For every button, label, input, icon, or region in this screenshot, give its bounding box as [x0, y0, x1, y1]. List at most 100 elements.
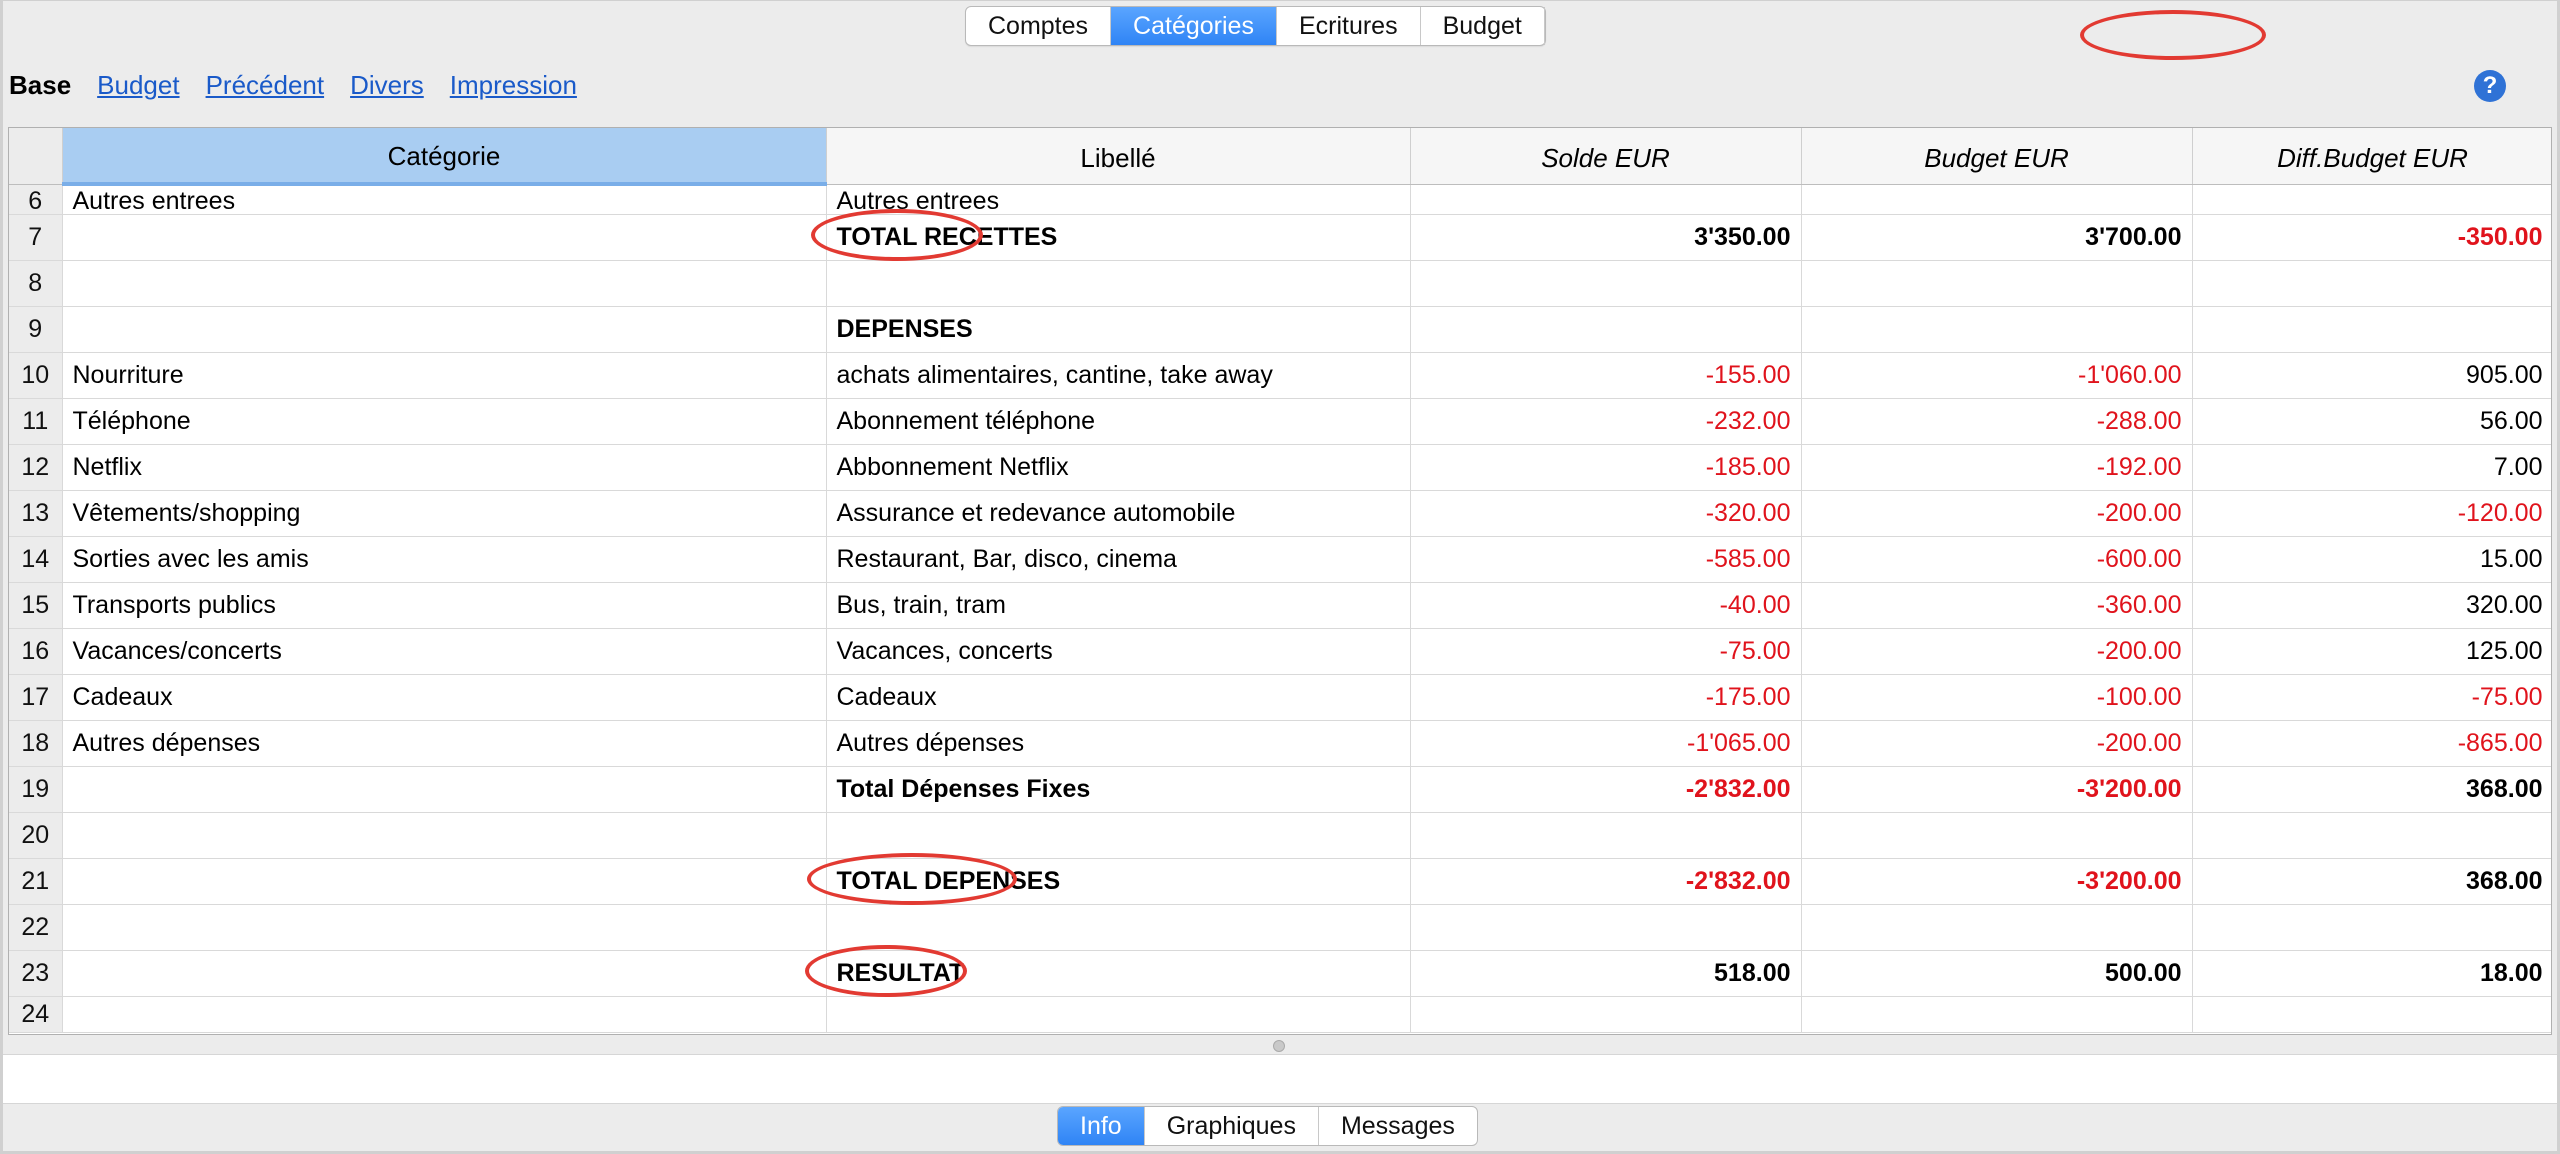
column-header-libelle[interactable]: Libellé — [826, 128, 1411, 185]
cell-categorie[interactable]: Autres entrees — [62, 184, 827, 215]
table-row[interactable]: 16 Vacances/concerts Vacances, concerts -75… — [9, 628, 2551, 675]
cell-diff-budget[interactable] — [2192, 184, 2551, 215]
cell-categorie[interactable]: Transports publics — [62, 582, 827, 629]
cell-diff-budget[interactable] — [2192, 306, 2551, 353]
cell-libelle[interactable] — [826, 260, 1411, 307]
view-link-precedent[interactable]: Précédent — [206, 70, 325, 101]
cell-budget[interactable] — [1801, 996, 2193, 1033]
cell-libelle[interactable]: TOTAL DEPENSES — [806, 852, 1411, 905]
view-link-divers[interactable]: Divers — [350, 70, 424, 101]
table-row[interactable]: 18 Autres dépenses Autres dépenses -1'065.0… — [9, 720, 2551, 767]
cell-libelle[interactable]: DEPENSES — [826, 306, 1411, 353]
column-header-solde[interactable]: Solde EUR — [1410, 128, 1802, 185]
cell-categorie[interactable]: Autres dépenses — [62, 720, 827, 767]
cell-solde[interactable]: -585.00 — [1410, 536, 1802, 583]
cell-libelle[interactable]: Assurance et redevance automobile — [826, 490, 1411, 537]
cell-solde[interactable] — [1410, 260, 1802, 307]
cell-diff-budget[interactable]: -865.00 — [2192, 720, 2551, 767]
cell-solde[interactable] — [1410, 184, 1802, 215]
table-row[interactable]: 10 Nourriture achats alimentaires, cantine… — [9, 352, 2551, 399]
cell-categorie[interactable]: Téléphone — [62, 398, 827, 445]
cell-budget[interactable]: -288.00 — [1801, 398, 2193, 445]
cell-diff-budget[interactable]: 905.00 — [2192, 352, 2551, 399]
table-row[interactable]: 22 — [9, 904, 2551, 951]
cell-budget[interactable] — [1801, 260, 2193, 307]
cell-categorie[interactable] — [62, 306, 827, 353]
tab-info[interactable]: Info — [1058, 1107, 1145, 1145]
cell-budget[interactable] — [1801, 306, 2193, 353]
cell-solde[interactable]: 518.00 — [1410, 950, 1802, 997]
view-base[interactable]: Base — [9, 70, 71, 101]
table-row[interactable]: 20 — [9, 812, 2551, 859]
cell-budget[interactable] — [1801, 812, 2193, 859]
column-header-categorie[interactable]: Catégorie — [62, 128, 827, 186]
cell-diff-budget[interactable]: 7.00 — [2192, 444, 2551, 491]
view-link-impression[interactable]: Impression — [450, 70, 577, 101]
cell-budget[interactable]: 3'700.00 — [1801, 214, 2193, 261]
cell-diff-budget[interactable] — [2192, 812, 2551, 859]
table-row[interactable]: 15 Transports publics Bus, train, tram -40.… — [9, 582, 2551, 629]
cell-diff-budget[interactable]: 368.00 — [2192, 858, 2551, 905]
cell-solde[interactable]: -175.00 — [1410, 674, 1802, 721]
table-row[interactable]: 7 TOTAL RECETTES 3'350.00 3'700.00 -350.00 — [9, 208, 2551, 261]
tab-categories[interactable]: Catégories — [1111, 7, 1277, 45]
cell-solde[interactable]: -232.00 — [1410, 398, 1802, 445]
help-icon[interactable]: ? — [2474, 70, 2506, 102]
cell-budget[interactable]: -3'200.00 — [1801, 766, 2193, 813]
cell-libelle[interactable]: RESULTAT — [804, 944, 1411, 997]
cell-solde[interactable]: -155.00 — [1410, 352, 1802, 399]
pane-splitter-handle[interactable] — [1273, 1040, 1285, 1052]
cell-diff-budget[interactable]: 320.00 — [2192, 582, 2551, 629]
cell-budget[interactable]: -192.00 — [1801, 444, 2193, 491]
tab-ecritures[interactable]: Ecritures — [1277, 7, 1421, 45]
cell-categorie[interactable]: Vêtements/shopping — [62, 490, 827, 537]
cell-solde[interactable]: -2'832.00 — [1410, 858, 1802, 905]
table-row[interactable]: 19 Total Dépenses Fixes -2'832.00 -3'200.00… — [9, 766, 2551, 813]
cell-budget[interactable]: -360.00 — [1801, 582, 2193, 629]
cell-diff-budget[interactable]: 125.00 — [2192, 628, 2551, 675]
cell-libelle[interactable]: Autres entrees — [826, 184, 1411, 215]
cell-categorie[interactable]: Cadeaux — [62, 674, 827, 721]
cell-libelle[interactable]: Vacances, concerts — [826, 628, 1411, 675]
cell-solde[interactable]: -2'832.00 — [1410, 766, 1802, 813]
cell-categorie[interactable] — [62, 996, 827, 1033]
table-row[interactable]: 9 DEPENSES — [9, 306, 2551, 353]
cell-diff-budget[interactable]: -75.00 — [2192, 674, 2551, 721]
cell-solde[interactable]: -320.00 — [1410, 490, 1802, 537]
cell-diff-budget[interactable]: 56.00 — [2192, 398, 2551, 445]
table-row[interactable]: 23 RESULTAT 518.00 500.00 18.00 — [9, 944, 2551, 997]
table-row[interactable]: 21 TOTAL DEPENSES -2'832.00 -3'200.00 368.00 — [9, 852, 2551, 905]
cell-libelle[interactable]: Abbonnement Netflix — [826, 444, 1411, 491]
cell-categorie[interactable] — [62, 858, 827, 905]
cell-budget[interactable] — [1801, 904, 2193, 951]
cell-diff-budget[interactable]: -120.00 — [2192, 490, 2551, 537]
cell-libelle[interactable]: Restaurant, Bar, disco, cinema — [826, 536, 1411, 583]
cell-diff-budget[interactable]: -350.00 — [2192, 214, 2551, 261]
tab-comptes[interactable]: Comptes — [966, 7, 1112, 45]
table-row[interactable]: 24 — [9, 996, 2551, 1033]
tab-budget[interactable]: Budget — [1421, 7, 1545, 45]
cell-solde[interactable]: -1'065.00 — [1410, 720, 1802, 767]
cell-budget[interactable]: -1'060.00 — [1801, 352, 2193, 399]
cell-budget[interactable]: -200.00 — [1801, 628, 2193, 675]
cell-solde[interactable]: -75.00 — [1410, 628, 1802, 675]
cell-solde[interactable]: -40.00 — [1410, 582, 1802, 629]
table-row[interactable]: 6 Autres entrees Autres entrees — [9, 184, 2551, 215]
column-header-budget[interactable]: Budget EUR — [1801, 128, 2193, 185]
cell-categorie[interactable] — [62, 950, 827, 997]
cell-solde[interactable] — [1410, 904, 1802, 951]
cell-libelle[interactable]: Autres dépenses — [826, 720, 1411, 767]
cell-libelle[interactable] — [826, 812, 1411, 859]
table-row[interactable]: 17 Cadeaux Cadeaux -175.00 -100.00 -75.00 — [9, 674, 2551, 721]
tab-graphiques[interactable]: Graphiques — [1145, 1107, 1319, 1145]
cell-budget[interactable]: 500.00 — [1801, 950, 2193, 997]
cell-solde[interactable]: -185.00 — [1410, 444, 1802, 491]
cell-categorie[interactable] — [62, 766, 827, 813]
cell-libelle[interactable]: Total Dépenses Fixes — [826, 766, 1411, 813]
table-row[interactable]: 14 Sorties avec les amis Restaurant, Bar, … — [9, 536, 2551, 583]
table-row[interactable]: 13 Vêtements/shopping Assurance et redevan… — [9, 490, 2551, 537]
cell-categorie[interactable] — [62, 812, 827, 859]
cell-budget[interactable] — [1801, 184, 2193, 215]
cell-libelle[interactable]: achats alimentaires, cantine, take away — [826, 352, 1411, 399]
cell-libelle[interactable] — [826, 904, 1411, 951]
